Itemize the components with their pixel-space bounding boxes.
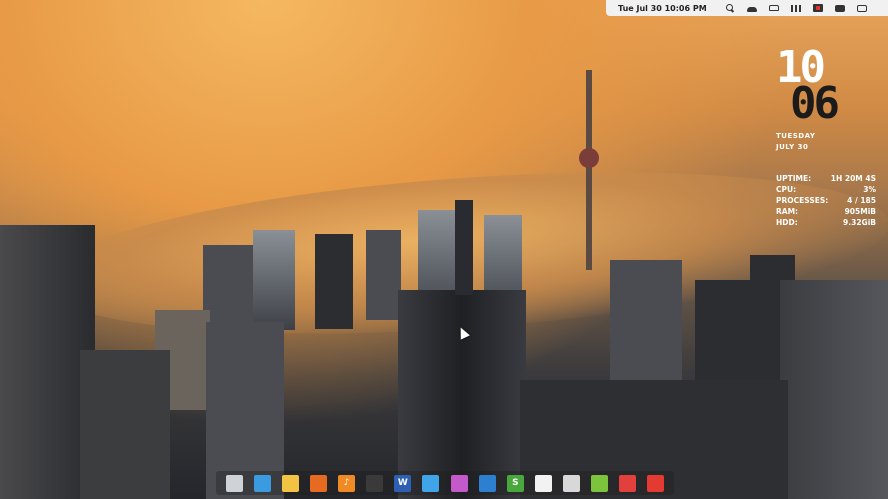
stat-row-cpu: CPU: 3% — [776, 184, 876, 195]
video-dock-icon[interactable] — [450, 474, 468, 492]
browser-dock-icon[interactable] — [253, 474, 271, 492]
stat-row-ram: RAM: 905MiB — [776, 206, 876, 217]
stat-label: PROCESSES: — [776, 196, 829, 205]
stat-label: RAM: — [776, 207, 799, 216]
building — [366, 230, 401, 320]
pdf-dock-icon[interactable] — [647, 474, 665, 492]
stat-row-uptime: UPTIME: 1H 20M 4S — [776, 173, 876, 184]
weekday-label: TUESDAY — [776, 132, 816, 140]
battery-icon[interactable] — [812, 4, 823, 12]
stat-value: 905MiB — [844, 207, 876, 216]
system-stats: UPTIME: 1H 20M 4S CPU: 3% PROCESSES: 4 /… — [776, 173, 876, 228]
tower-spire — [455, 200, 473, 295]
text-file-dock-icon[interactable] — [534, 474, 552, 492]
stat-value: 1H 20M 4S — [830, 174, 876, 183]
stat-row-hdd: HDD: 9.32GiB — [776, 217, 876, 228]
stat-value: 9.32GiB — [843, 218, 876, 227]
building — [780, 280, 888, 499]
search-icon[interactable] — [725, 4, 735, 12]
stat-label: UPTIME: — [776, 174, 812, 183]
firefox-dock-icon[interactable] — [309, 474, 327, 492]
top-panel: Tue Jul 30 10:06 PM — [606, 0, 888, 16]
tv-tower-sphere — [579, 148, 599, 168]
chat-icon[interactable] — [834, 4, 845, 12]
panel-clock[interactable]: Tue Jul 30 10:06 PM — [618, 4, 707, 13]
building — [253, 230, 295, 330]
terminal-dock-icon[interactable] — [366, 474, 384, 492]
date-label: JULY 30 — [776, 143, 809, 151]
central-tower — [398, 290, 526, 499]
chat-dock-icon[interactable] — [422, 474, 440, 492]
calendar-dock-icon[interactable] — [619, 474, 637, 492]
tv-tower — [586, 70, 592, 270]
car-icon[interactable] — [768, 5, 779, 11]
mail-dock-icon[interactable] — [281, 474, 299, 492]
files-dock-icon[interactable] — [225, 474, 243, 492]
music-dock-icon[interactable]: ♪ — [338, 474, 356, 492]
building — [80, 350, 170, 499]
stat-value: 3% — [863, 185, 876, 194]
writer-dock-icon[interactable]: W — [394, 474, 412, 492]
signal-icon[interactable] — [790, 4, 801, 12]
dock: ♪ W S — [216, 471, 674, 495]
calculator-dock-icon[interactable] — [563, 474, 581, 492]
stat-row-processes: PROCESSES: 4 / 185 — [776, 195, 876, 206]
download-dock-icon[interactable] — [591, 474, 609, 492]
stat-label: HDD: — [776, 218, 798, 227]
stat-label: CPU: — [776, 185, 797, 194]
document-dock-icon[interactable] — [478, 474, 496, 492]
spreadsheet-dock-icon[interactable]: S — [506, 474, 524, 492]
building — [315, 234, 353, 329]
exit-icon[interactable] — [856, 4, 867, 12]
clock-minute: 06 — [790, 78, 840, 129]
stat-value: 4 / 185 — [847, 196, 876, 205]
cloud-icon[interactable] — [746, 6, 757, 12]
